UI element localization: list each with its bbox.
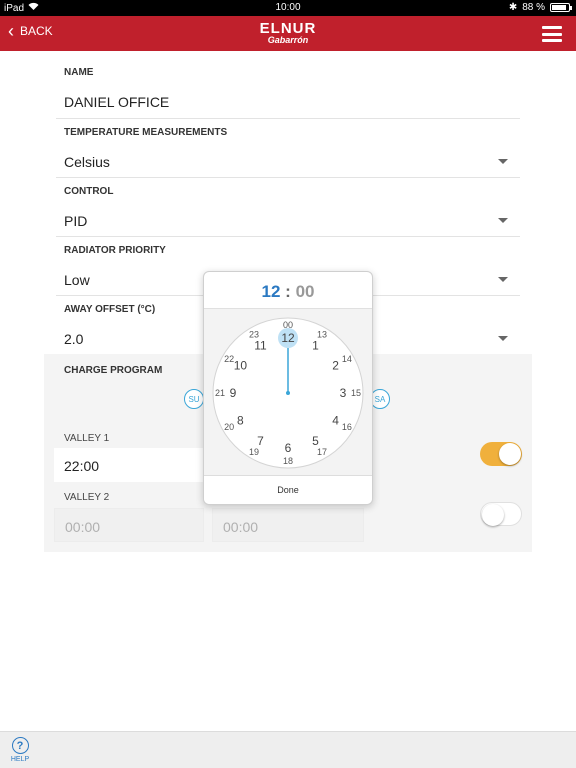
battery-icon <box>550 3 572 12</box>
clock-outer-hour: 22 <box>224 354 234 364</box>
valley1-toggle[interactable] <box>480 442 522 466</box>
status-bar: iPad 10:00 ✱ 88 % <box>0 0 576 16</box>
help-button[interactable]: ? HELP <box>8 737 32 763</box>
field-label: RADIATOR PRIORITY <box>64 245 166 256</box>
toggle-knob <box>499 443 521 465</box>
clock-outer-hour: 20 <box>224 422 234 432</box>
clock-inner-hour: 11 <box>254 339 267 353</box>
field-label: NAME <box>64 67 94 78</box>
select-value: PID <box>64 213 88 229</box>
control-select[interactable]: CONTROL PID <box>56 186 520 237</box>
clock-face[interactable]: 001314151617181920212223 121234567891011 <box>204 309 372 477</box>
select-value: Celsius <box>64 154 110 170</box>
clock-inner-hour: 2 <box>332 359 339 373</box>
picker-body: 00 13 14 15 16 17 18 19 20 21 22 23 12 1 2 3 4 5 6 7 8 9 10 11 <box>204 308 372 476</box>
valley2-label: VALLEY 2 <box>64 492 110 503</box>
field-label: TEMPERATURE MEASUREMENTS <box>64 127 228 138</box>
clock-center <box>286 391 290 395</box>
dropdown-arrow-icon <box>498 336 508 341</box>
time-picker-popover: 12 : 00 00 13 14 15 16 17 18 19 20 21 22 23 12 1 2 3 4 5 6… <box>203 271 373 505</box>
picker-minute[interactable]: 00 <box>296 282 315 301</box>
valley1-label: VALLEY 1 <box>64 433 110 444</box>
dropdown-arrow-icon <box>498 159 508 164</box>
valley2-end-input[interactable]: 00:00 <box>212 508 364 542</box>
name-field[interactable]: NAME DANIEL OFFICE <box>56 67 520 119</box>
battery-percent: 88 % <box>522 2 545 13</box>
nav-bar: ‹ BACK ELNUR Gabarrón <box>0 16 576 51</box>
valley1-start-input[interactable]: 22:00 <box>54 448 204 482</box>
clock-outer-hour: 19 <box>249 447 259 457</box>
clock-outer-hour: 14 <box>342 354 352 364</box>
name-value[interactable]: DANIEL OFFICE <box>64 94 169 110</box>
help-icon: ? <box>11 737 29 754</box>
field-label: AWAY OFFSET (°C) <box>64 304 156 315</box>
charge-program-title: CHARGE PROGRAM <box>64 365 163 376</box>
select-value: Low <box>64 272 90 288</box>
dropdown-arrow-icon <box>498 277 508 282</box>
clock-outer-hour: 16 <box>342 422 352 432</box>
clock: 10:00 <box>275 2 301 13</box>
clock-inner-hour: 8 <box>237 414 244 428</box>
clock-inner-hour: 5 <box>312 434 319 448</box>
toggle-knob <box>482 504 504 526</box>
clock-inner-hour: 3 <box>340 386 347 400</box>
picker-separator: : <box>285 282 291 301</box>
picker-time-display: 12 : 00 <box>204 282 372 302</box>
day-button-saturday[interactable]: SA <box>370 389 390 409</box>
done-button[interactable]: Done <box>204 475 372 504</box>
clock-outer-hour: 17 <box>317 447 327 457</box>
clock-outer-hour: 21 <box>215 388 225 398</box>
clock-inner-hour: 4 <box>332 414 339 428</box>
picker-hour[interactable]: 12 <box>262 282 281 301</box>
bottom-bar: ? HELP <box>0 731 576 768</box>
clock-inner-hour: 12 <box>281 331 295 345</box>
logo-line1: ELNUR <box>259 20 317 37</box>
logo-line2: Gabarrón <box>267 35 309 45</box>
day-button-sunday[interactable]: SU <box>184 389 204 409</box>
help-label: HELP <box>10 756 30 763</box>
bluetooth-icon: ✱ <box>508 2 518 13</box>
field-label: CONTROL <box>64 186 114 197</box>
hamburger-menu-icon[interactable] <box>542 26 562 42</box>
clock-inner-hour: 9 <box>230 386 237 400</box>
clock-outer-hour: 18 <box>283 456 293 466</box>
brand-logo: ELNUR Gabarrón <box>0 21 576 45</box>
dropdown-arrow-icon <box>498 218 508 223</box>
valley2-toggle[interactable] <box>480 502 522 526</box>
clock-inner-hour: 10 <box>234 359 248 373</box>
temperature-measurements-select[interactable]: TEMPERATURE MEASUREMENTS Celsius <box>56 127 520 178</box>
clock-inner-hour: 7 <box>257 434 264 448</box>
clock-outer-hour: 15 <box>351 388 361 398</box>
select-value: 2.0 <box>64 331 84 347</box>
clock-outer-hour: 00 <box>283 320 293 330</box>
clock-inner-hour: 6 <box>285 441 292 455</box>
valley2-start-input[interactable]: 00:00 <box>54 508 204 542</box>
clock-inner-hour: 1 <box>312 339 319 353</box>
